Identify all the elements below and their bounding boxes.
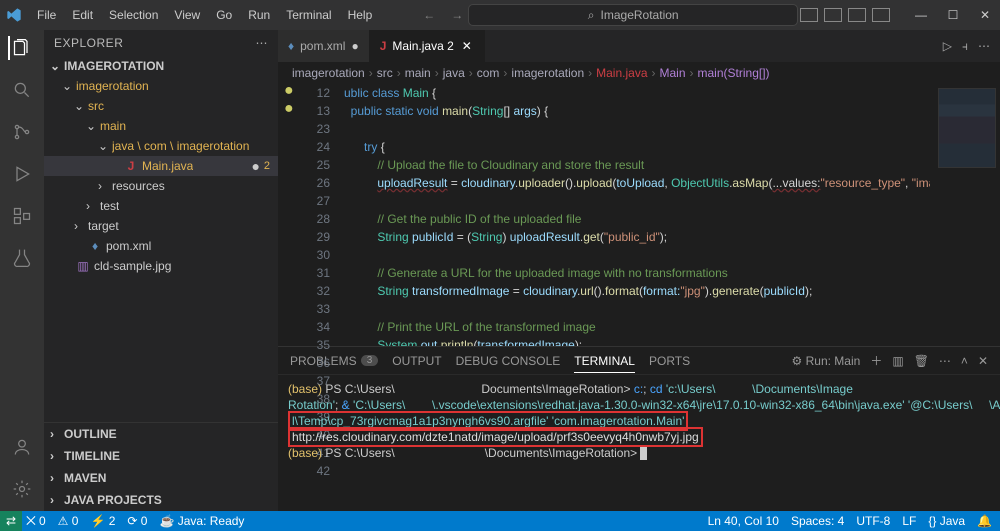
layout-right-icon[interactable] <box>848 8 866 22</box>
bottom-panel: PROBLEMS 3OUTPUTDEBUG CONSOLETERMINALPOR… <box>278 346 1000 511</box>
menu-selection[interactable]: Selection <box>102 4 165 26</box>
tree-item[interactable]: ⌄imagerotation <box>44 76 278 96</box>
nav-back-button[interactable]: ← <box>419 6 439 24</box>
file-tree: ⌄IMAGEROTATION ⌄imagerotation⌄src⌄main⌄j… <box>44 56 278 422</box>
status-item[interactable]: Spaces: 4 <box>791 514 844 528</box>
split-terminal-icon[interactable]: ▥ <box>892 354 903 368</box>
minimap[interactable] <box>930 84 1000 346</box>
breadcrumb[interactable]: imagerotation›src›main›java›com›imagerot… <box>278 62 1000 84</box>
section-outline[interactable]: ›OUTLINE <box>44 423 278 445</box>
panel-tab-debug-console[interactable]: DEBUG CONSOLE <box>456 354 561 368</box>
layout-bottom-icon[interactable] <box>824 8 842 22</box>
section-java-projects[interactable]: ›JAVA PROJECTS <box>44 489 278 511</box>
image-file-icon: ▥ <box>76 259 90 273</box>
command-center[interactable]: ⌕ ImageRotation <box>468 4 798 26</box>
remote-indicator[interactable]: ⇄ <box>0 511 22 531</box>
layout-left-icon[interactable] <box>800 8 818 22</box>
status-item[interactable]: UTF-8 <box>856 514 890 528</box>
tree-item[interactable]: ♦pom.xml <box>44 236 278 256</box>
explorer-title: EXPLORER <box>54 36 123 50</box>
status-item[interactable]: ☕ Java: Ready <box>159 514 244 529</box>
tree-item[interactable]: ⌄java \ com \ imagerotation <box>44 136 278 156</box>
window-minimize[interactable]: — <box>912 8 930 22</box>
run-button[interactable]: ▷ <box>943 39 952 53</box>
panel-tab-ports[interactable]: PORTS <box>649 354 690 368</box>
tree-item[interactable]: JMain.java●2 <box>44 156 278 176</box>
status-item[interactable]: ⚠ 0 <box>58 514 79 529</box>
status-item[interactable]: Ln 40, Col 10 <box>708 514 779 528</box>
section-maven[interactable]: ›MAVEN <box>44 467 278 489</box>
project-root[interactable]: ⌄IMAGEROTATION <box>44 56 278 76</box>
command-center-text: ImageRotation <box>601 8 679 22</box>
panel-more-icon[interactable]: ⋯ <box>939 354 951 368</box>
activity-explorer-icon[interactable] <box>8 36 34 60</box>
tree-item[interactable]: ›resources <box>44 176 278 196</box>
activity-debug-icon[interactable] <box>10 162 34 186</box>
terminal[interactable]: (base) PS C:\Users\ Documents\ImageRotat… <box>278 375 1000 511</box>
status-item[interactable]: 🔔 <box>977 514 992 528</box>
menu-view[interactable]: View <box>167 4 207 26</box>
new-terminal-icon[interactable]: ＋ <box>870 352 882 369</box>
close-panel-icon[interactable]: ✕ <box>978 354 988 368</box>
explorer-panel: EXPLORER ⋯ ⌄IMAGEROTATION ⌄imagerotation… <box>44 30 278 511</box>
status-item[interactable]: ⨉ 0 <box>26 514 46 529</box>
search-icon: ⌕ <box>588 8 595 23</box>
status-item[interactable]: LF <box>902 514 916 528</box>
activity-bar <box>0 30 44 511</box>
split-editor-icon[interactable]: ⫞ <box>962 39 968 54</box>
editor-tab[interactable]: ♦pom.xml● <box>278 30 370 62</box>
layout-customize-icon[interactable] <box>872 8 890 22</box>
tree-item[interactable]: ›target <box>44 216 278 236</box>
menu-edit[interactable]: Edit <box>65 4 100 26</box>
activity-account-icon[interactable] <box>10 435 34 459</box>
tree-item[interactable]: ⌄src <box>44 96 278 116</box>
status-bar: ⇄ ⨉ 0 ⚠ 0 ⚡ 2 ⟳ 0 ☕ Java: Ready Ln 40, Col 1… <box>0 511 1000 531</box>
maximize-panel-icon[interactable]: ˄ <box>961 354 968 368</box>
menu-terminal[interactable]: Terminal <box>279 4 338 26</box>
kill-terminal-icon[interactable]: 🗑 <box>914 354 929 368</box>
close-icon[interactable]: ✕ <box>460 39 474 53</box>
window-close[interactable]: ✕ <box>976 8 994 22</box>
window-maximize[interactable]: ☐ <box>944 8 962 22</box>
activity-settings-icon[interactable] <box>10 477 34 501</box>
run-main-label[interactable]: ⚙ Run: Main <box>792 354 861 368</box>
editor-tabs: ♦pom.xml●JMain.java 2✕ ▷ ⫞ ⋯ <box>278 30 1000 62</box>
activity-test-icon[interactable] <box>10 246 34 270</box>
tree-item[interactable]: ›test <box>44 196 278 216</box>
more-actions-icon[interactable]: ⋯ <box>978 39 990 53</box>
menu-run[interactable]: Run <box>241 4 277 26</box>
status-item[interactable]: ⚡ 2 <box>90 514 115 529</box>
java-file-icon: J <box>124 159 138 173</box>
status-item[interactable]: {} Java <box>928 514 965 528</box>
panel-tab-output[interactable]: OUTPUT <box>392 354 441 368</box>
menu-file[interactable]: File <box>30 4 63 26</box>
nav-forward-button[interactable]: → <box>447 6 467 24</box>
activity-search-icon[interactable] <box>10 78 34 102</box>
editor-area: ♦pom.xml●JMain.java 2✕ ▷ ⫞ ⋯ imagerotation›… <box>278 30 1000 511</box>
status-item[interactable]: ⟳ 0 <box>127 514 147 529</box>
section-timeline[interactable]: ›TIMELINE <box>44 445 278 467</box>
tree-item[interactable]: ⌄main <box>44 116 278 136</box>
tree-item[interactable]: ▥cld-sample.jpg <box>44 256 278 276</box>
editor-tab[interactable]: JMain.java 2✕ <box>370 30 485 62</box>
menu-go[interactable]: Go <box>209 4 239 26</box>
vscode-logo-icon <box>6 7 22 23</box>
xml-file-icon: ♦ <box>88 239 102 253</box>
panel-tab-terminal[interactable]: TERMINAL <box>574 354 635 373</box>
activity-extensions-icon[interactable] <box>10 204 34 228</box>
menu-help[interactable]: Help <box>341 4 380 26</box>
activity-scm-icon[interactable] <box>10 120 34 144</box>
code-editor[interactable]: ublic class Main { public static void ma… <box>344 84 930 346</box>
title-bar: FileEditSelectionViewGoRunTerminalHelp ←… <box>0 0 1000 30</box>
navigation-arrows: ← → <box>419 6 467 24</box>
explorer-more-icon[interactable]: ⋯ <box>256 36 269 50</box>
